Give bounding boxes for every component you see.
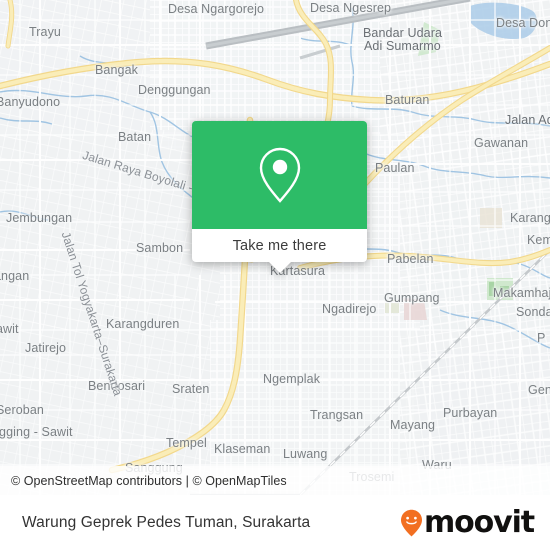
take-me-there-label: Take me there	[232, 237, 327, 254]
location-pin-smiley-icon	[400, 509, 422, 536]
location-pin-icon	[259, 147, 300, 203]
attribution-text[interactable]: © OpenStreetMap contributors | © OpenMap…	[0, 474, 287, 488]
popup-cta-bar[interactable]: Take me there	[192, 229, 367, 273]
map-attribution-bar: © OpenStreetMap contributors | © OpenMap…	[0, 466, 550, 495]
moovit-logo[interactable]: moovit	[400, 504, 550, 540]
place-popup-card[interactable]: Take me there	[192, 121, 367, 273]
map-viewport[interactable]: Desa NgargorejoDesa NgesrepDesa DonoTray…	[0, 0, 550, 495]
footer-bar: Warung Geprek Pedes Tuman, Surakarta moo…	[0, 495, 550, 550]
place-title: Warung Geprek Pedes Tuman, Surakarta	[22, 513, 311, 531]
popup-tail	[268, 262, 291, 273]
popup-image	[192, 121, 367, 229]
moovit-wordmark: moovit	[423, 504, 535, 540]
map-screen: Desa NgargorejoDesa NgesrepDesa DonoTray…	[0, 0, 550, 550]
